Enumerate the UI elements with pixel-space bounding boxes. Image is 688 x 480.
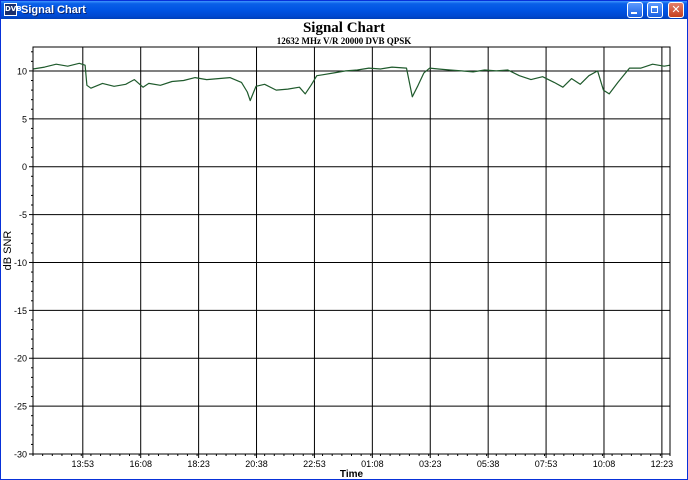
title-bar[interactable]: DVB Signal Chart ✕ xyxy=(1,1,687,19)
x-tick-label: 16:08 xyxy=(129,459,152,469)
y-axis-label: dB SNR xyxy=(2,231,14,271)
y-tick-label: 5 xyxy=(22,114,27,124)
y-tick-label: 10 xyxy=(17,66,27,76)
snr-series-line xyxy=(32,62,671,102)
x-tick-label: 05:38 xyxy=(477,459,500,469)
close-icon: ✕ xyxy=(671,3,681,16)
signal-chart-window: DVB Signal Chart ✕ Signal Chart 12632 MH… xyxy=(0,0,688,480)
close-button[interactable]: ✕ xyxy=(668,2,684,18)
y-tick-label: -5 xyxy=(19,210,27,220)
y-tick-label: -30 xyxy=(14,450,27,460)
x-tick-label: 18:23 xyxy=(187,459,210,469)
y-tick-label: -10 xyxy=(14,258,27,268)
x-tick-label: 01:08 xyxy=(361,459,384,469)
y-tick-label: -20 xyxy=(14,354,27,364)
x-tick-label: 12:23 xyxy=(651,459,674,469)
window-title: Signal Chart xyxy=(21,4,86,16)
plot-frame xyxy=(32,46,671,455)
series-layer xyxy=(32,62,671,102)
chart-area: Signal Chart 12632 MHz V/R 20000 DVB QPS… xyxy=(1,19,687,479)
minimize-button[interactable] xyxy=(627,2,643,18)
tick-labels: -30 -25 -20 -15 -10 -5 0 5 10 13:53 16:08 18:23 20:3… xyxy=(14,66,673,469)
maximize-icon xyxy=(651,6,658,13)
maximize-button[interactable] xyxy=(647,2,663,18)
x-tick-label: 22:53 xyxy=(303,459,326,469)
x-axis-label: Time xyxy=(340,469,364,479)
y-tick-label: -25 xyxy=(14,402,27,412)
x-tick-label: 07:53 xyxy=(535,459,558,469)
minimize-icon xyxy=(631,12,637,14)
signal-chart: -30 -25 -20 -15 -10 -5 0 5 10 13:53 16:08 18:23 20:3… xyxy=(2,46,673,479)
y-tick-label: -15 xyxy=(14,306,27,316)
x-tick-label: 10:08 xyxy=(593,459,616,469)
x-tick-label: 03:23 xyxy=(419,459,442,469)
grid-lines xyxy=(33,47,670,455)
app-icon: DVB xyxy=(4,3,22,16)
x-tick-label: 20:38 xyxy=(245,459,268,469)
y-tick-label: 0 xyxy=(22,162,27,172)
x-tick-label: 13:53 xyxy=(72,459,95,469)
minor-ticks xyxy=(29,51,671,458)
